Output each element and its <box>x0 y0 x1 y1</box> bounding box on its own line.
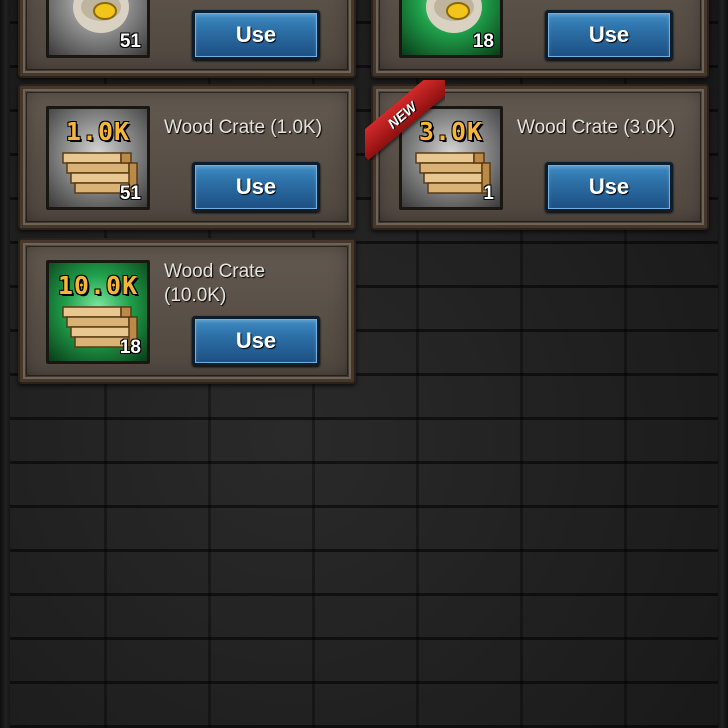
item-quantity: 18 <box>119 337 141 358</box>
item-slot[interactable]: 51 <box>46 0 150 58</box>
item-card-gold-1: 51 Use <box>18 0 356 78</box>
item-name-line2: (10.0K) <box>164 285 227 306</box>
use-button[interactable]: Use <box>192 316 320 366</box>
item-quantity: 1 <box>483 183 494 204</box>
use-button[interactable]: Use <box>192 10 320 60</box>
item-name-line1: Wood Crate <box>164 261 266 282</box>
item-card-wood-10k: 10.0K 18 Wood Crate (10.0K) Use <box>18 238 356 384</box>
frame-edge-left <box>0 0 10 728</box>
item-amount: 1.0K <box>65 117 131 146</box>
item-quantity: 18 <box>472 31 494 52</box>
item-amount: 10.0K <box>57 271 139 300</box>
item-card-wood-3k: NEW 3.0K 1 Wood Crate (3.0K) Use <box>365 80 709 230</box>
item-card-wood-1k: 1.0K 51 Wood Crate (1.0K) Use <box>18 84 356 230</box>
use-button[interactable]: Use <box>545 10 673 60</box>
item-slot[interactable]: 10.0K 18 <box>46 260 150 364</box>
new-ribbon: NEW <box>365 80 445 160</box>
item-quantity: 51 <box>119 31 141 52</box>
use-button[interactable]: Use <box>545 162 673 212</box>
item-quantity: 51 <box>119 183 141 204</box>
new-badge: NEW <box>365 80 445 160</box>
item-card-gold-2: 18 Use <box>371 0 709 78</box>
frame-edge-right <box>718 0 728 728</box>
item-slot[interactable]: 1.0K 51 <box>46 106 150 210</box>
item-slot[interactable]: 18 <box>399 0 503 58</box>
item-name: Wood Crate (10.0K) <box>164 260 344 308</box>
item-name: Wood Crate (1.0K) <box>164 117 323 138</box>
use-button[interactable]: Use <box>192 162 320 212</box>
item-name: Wood Crate (3.0K) <box>517 117 676 138</box>
